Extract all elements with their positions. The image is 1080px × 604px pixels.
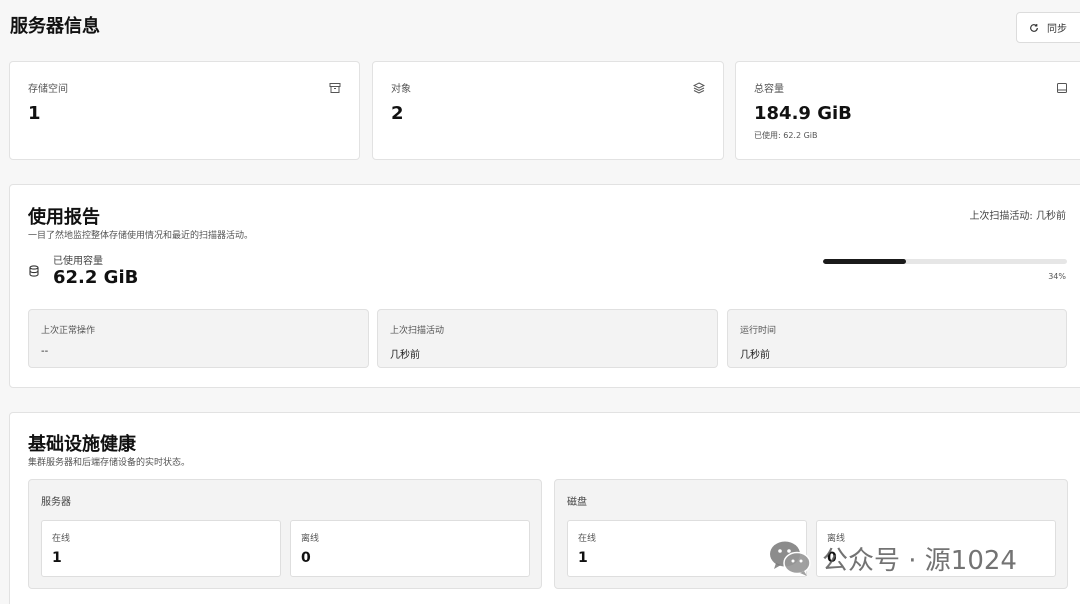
info-last-scan: 上次扫描活动 几秒前 xyxy=(377,309,718,368)
info-last-healthy: 上次正常操作 -- xyxy=(28,309,369,368)
usage-percent: 34% xyxy=(1048,272,1066,281)
stat-label: 对象 xyxy=(391,84,411,95)
layers-icon xyxy=(693,82,705,94)
stat-label: 存储空间 xyxy=(28,84,68,95)
drive-icon xyxy=(1057,83,1067,93)
offline-label: 离线 xyxy=(301,534,320,544)
database-icon xyxy=(29,265,39,277)
sync-button[interactable]: 同步 xyxy=(1016,12,1080,43)
stat-sub: 已使用: 62.2 GiB xyxy=(754,131,818,140)
refresh-icon xyxy=(1030,23,1038,32)
archive-icon xyxy=(329,83,341,93)
infra-title: 基础设施健康 xyxy=(28,434,136,455)
offline-label: 离线 xyxy=(827,534,846,544)
group-title: 磁盘 xyxy=(567,497,587,508)
usage-progress-fill xyxy=(823,259,906,264)
usage-description: 一目了然地监控整体存储使用情况和最近的扫描器活动。 xyxy=(28,231,254,241)
stat-card-capacity: 总容量 184.9 GiB 已使用: 62.2 GiB xyxy=(735,61,1080,160)
info-value: 几秒前 xyxy=(740,350,770,361)
info-label: 运行时间 xyxy=(740,326,777,336)
disks-offline: 离线 0 xyxy=(816,520,1056,577)
infra-health-panel: 基础设施健康 集群服务器和后端存储设备的实时状态。 服务器 在线 1 离线 0 … xyxy=(9,412,1080,604)
offline-value: 0 xyxy=(301,550,311,566)
online-label: 在线 xyxy=(578,534,597,544)
disks-group: 磁盘 在线 1 离线 0 xyxy=(554,479,1068,589)
online-value: 1 xyxy=(52,550,62,566)
stat-card-buckets: 存储空间 1 xyxy=(9,61,360,160)
infra-description: 集群服务器和后端存储设备的实时状态。 xyxy=(28,458,191,468)
usage-report-panel: 使用报告 一目了然地监控整体存储使用情况和最近的扫描器活动。 上次扫描活动: 几… xyxy=(9,184,1080,388)
info-label: 上次扫描活动 xyxy=(390,326,445,336)
disks-online: 在线 1 xyxy=(567,520,807,577)
usage-title: 使用报告 xyxy=(28,207,100,228)
stat-value: 2 xyxy=(391,103,404,124)
stat-label: 总容量 xyxy=(754,84,784,95)
info-value: 几秒前 xyxy=(390,350,420,361)
page-title: 服务器信息 xyxy=(10,16,100,37)
info-uptime: 运行时间 几秒前 xyxy=(727,309,1067,368)
sync-label: 同步 xyxy=(1047,24,1067,35)
stat-value: 184.9 GiB xyxy=(754,103,852,124)
group-title: 服务器 xyxy=(41,497,71,508)
servers-group: 服务器 在线 1 离线 0 xyxy=(28,479,542,589)
used-capacity-value: 62.2 GiB xyxy=(53,267,139,288)
servers-online: 在线 1 xyxy=(41,520,281,577)
stat-card-objects: 对象 2 xyxy=(372,61,724,160)
stat-value: 1 xyxy=(28,103,41,124)
online-value: 1 xyxy=(578,550,588,566)
info-label: 上次正常操作 xyxy=(41,326,96,336)
online-label: 在线 xyxy=(52,534,71,544)
last-scan-text: 上次扫描活动: 几秒前 xyxy=(969,211,1066,222)
used-capacity-label: 已使用容量 xyxy=(53,256,103,267)
offline-value: 0 xyxy=(827,550,837,566)
info-value: -- xyxy=(41,346,49,357)
usage-progress-bar xyxy=(823,259,1067,264)
servers-offline: 离线 0 xyxy=(290,520,530,577)
